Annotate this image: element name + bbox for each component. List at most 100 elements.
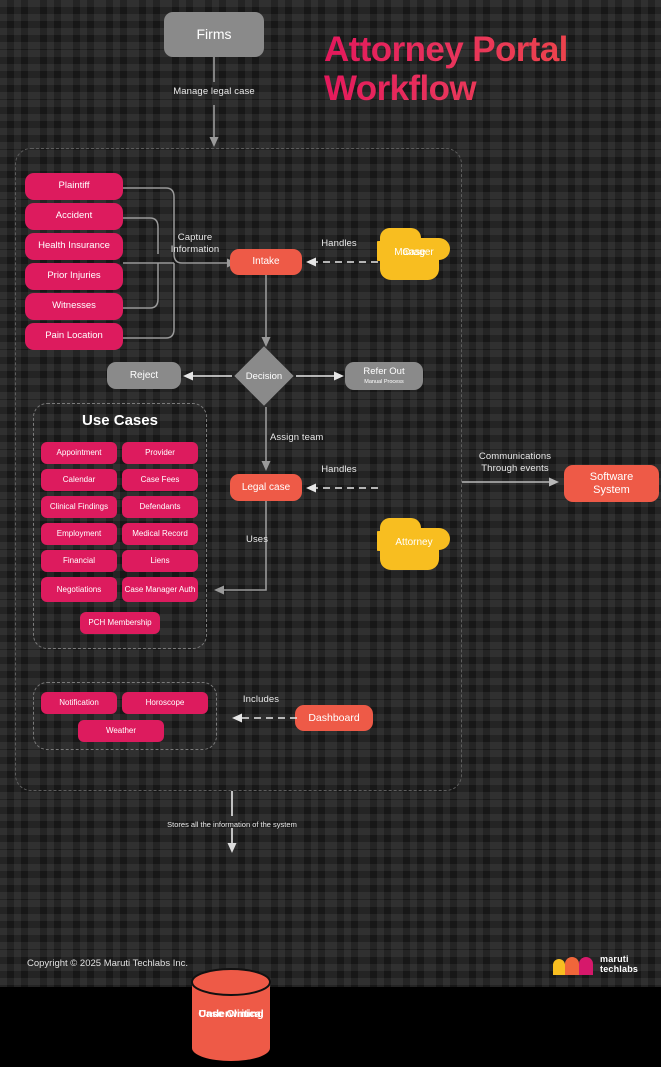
edge-case-manager-handles-intake bbox=[306, 257, 378, 267]
input-health-insurance[interactable]: Health Insurance bbox=[25, 233, 123, 260]
widget-horoscope[interactable]: Horoscope bbox=[122, 692, 208, 714]
node-refer-out[interactable]: Refer Out Manual Process bbox=[345, 362, 423, 390]
widget-notification-label: Notification bbox=[59, 698, 99, 708]
widget-horoscope-label: Horoscope bbox=[145, 698, 185, 708]
footer-copyright: Copyright © 2025 Maruti Techlabs Inc. bbox=[27, 958, 189, 969]
input-pain-location[interactable]: Pain Location bbox=[25, 323, 123, 350]
node-decision[interactable]: Decision bbox=[232, 345, 296, 407]
use-case-appointment-label: Appointment bbox=[56, 448, 102, 458]
page-title: Attorney Portal Workflow bbox=[324, 30, 654, 108]
case-manager-line2: Manager bbox=[394, 247, 434, 258]
use-case-appointment[interactable]: Appointment bbox=[41, 442, 117, 464]
use-case-liens-label: Liens bbox=[150, 556, 170, 566]
input-prior-injuries[interactable]: Prior Injuries bbox=[25, 263, 123, 290]
page-title-line2: Workflow bbox=[324, 69, 477, 109]
edge-label-capture-information: Capture Information bbox=[155, 232, 235, 256]
edge-intake-to-decision bbox=[261, 275, 271, 347]
node-reject[interactable]: Reject bbox=[107, 362, 181, 389]
node-case-manager-label: Case Manager bbox=[377, 226, 451, 280]
edge-label-assign-team: Assign team bbox=[270, 432, 324, 443]
use-case-negotiations-label: Negotiations bbox=[56, 584, 102, 594]
node-firms[interactable]: Firms bbox=[164, 12, 264, 57]
input-accident[interactable]: Accident bbox=[25, 203, 123, 230]
edge-label-communications: Communications Through events bbox=[466, 451, 564, 475]
use-cases-grid: Appointment Provider Calendar Case Fees … bbox=[41, 442, 199, 602]
node-attorney-label: Attorney bbox=[395, 537, 433, 548]
use-case-employment-label: Employment bbox=[56, 529, 102, 539]
input-pain-location-label: Pain Location bbox=[45, 330, 103, 342]
use-case-case-fees-label: Case Fees bbox=[140, 475, 180, 485]
node-refer-out-label: Refer Out bbox=[363, 365, 405, 377]
use-case-financial-label: Financial bbox=[62, 556, 95, 566]
widget-weather-label: Weather bbox=[105, 726, 137, 736]
use-case-liens[interactable]: Liens bbox=[122, 550, 198, 572]
page-title-line1: Attorney Portal bbox=[324, 30, 568, 69]
edge-firms-to-workflow bbox=[209, 57, 219, 147]
node-legal-case[interactable]: Legal case bbox=[230, 474, 302, 501]
database-line2: Underwriting bbox=[198, 1008, 264, 1021]
input-plaintiff[interactable]: Plaintiff bbox=[25, 173, 123, 200]
software-system-line2: System bbox=[593, 483, 630, 496]
edge-label-includes: Includes bbox=[242, 694, 280, 705]
use-case-provider-label: Provider bbox=[145, 448, 175, 458]
software-system-line1: Software bbox=[589, 470, 634, 483]
intake-inputs-list: Plaintiff Accident Health Insurance Prio… bbox=[25, 173, 123, 350]
input-plaintiff-label: Plaintiff bbox=[58, 180, 90, 192]
node-dashboard[interactable]: Dashboard bbox=[295, 705, 373, 731]
capture-info-line2: Information bbox=[170, 243, 220, 255]
use-case-case-manager-auth-label: Case Manager Auth bbox=[124, 584, 196, 594]
use-case-medical-record-label: Medical Record bbox=[132, 529, 188, 539]
node-intake[interactable]: Intake bbox=[230, 249, 302, 275]
use-case-negotiations[interactable]: Negotiations bbox=[41, 577, 117, 602]
node-dashboard-label: Dashboard bbox=[308, 711, 360, 724]
edge-label-handles-legal-case: Handles bbox=[321, 464, 357, 475]
input-prior-injuries-label: Prior Injuries bbox=[47, 270, 101, 282]
use-case-financial[interactable]: Financial bbox=[41, 550, 117, 572]
use-case-clinical-findings-label: Clinical Findings bbox=[49, 502, 109, 512]
node-database-label: Case Clinical Underwriting bbox=[191, 968, 271, 1062]
capture-info-line1: Capture bbox=[177, 232, 213, 243]
use-cases-title: Use Cases bbox=[82, 412, 158, 429]
edge-attorney-handles-legal-case bbox=[306, 483, 378, 493]
edge-label-manage-legal-case: Manage legal case bbox=[173, 86, 255, 97]
node-legal-case-label: Legal case bbox=[241, 481, 291, 493]
input-health-insurance-label: Health Insurance bbox=[38, 240, 110, 252]
edge-to-software-system bbox=[462, 477, 559, 487]
edge-legal-case-uses bbox=[214, 501, 267, 595]
use-case-provider[interactable]: Provider bbox=[122, 442, 198, 464]
communications-line2: Through events bbox=[481, 462, 549, 474]
node-reject-label: Reject bbox=[129, 369, 159, 381]
edge-decision-to-reject bbox=[183, 371, 232, 381]
edge-label-handles-intake: Handles bbox=[321, 238, 357, 249]
input-witnesses-label: Witnesses bbox=[52, 300, 96, 312]
widget-notification[interactable]: Notification bbox=[41, 692, 117, 714]
edge-label-uses: Uses bbox=[246, 534, 269, 545]
input-accident-label: Accident bbox=[55, 210, 93, 222]
use-case-case-fees[interactable]: Case Fees bbox=[122, 469, 198, 491]
logo-line2: techlabs bbox=[600, 964, 639, 974]
use-case-defendants-label: Defendants bbox=[139, 502, 181, 512]
edge-decision-to-refer-out bbox=[296, 371, 344, 381]
communications-line1: Communications bbox=[478, 451, 552, 462]
use-case-employment[interactable]: Employment bbox=[41, 523, 117, 545]
node-attorney[interactable]: Attorney bbox=[377, 516, 451, 570]
use-case-clinical-findings[interactable]: Clinical Findings bbox=[41, 496, 117, 518]
node-database[interactable]: Case Clinical Underwriting bbox=[191, 968, 271, 1062]
node-software-system[interactable]: Software System bbox=[564, 465, 659, 502]
edge-inputs-to-intake bbox=[123, 187, 237, 339]
widget-weather[interactable]: Weather bbox=[78, 720, 164, 742]
use-case-case-manager-auth[interactable]: Case Manager Auth bbox=[122, 577, 198, 602]
node-case-manager[interactable]: Case Manager bbox=[377, 226, 451, 280]
input-witnesses[interactable]: Witnesses bbox=[25, 293, 123, 320]
node-intake-label: Intake bbox=[252, 256, 280, 268]
node-decision-label: Decision bbox=[245, 370, 283, 382]
node-refer-out-subtitle: Manual Process bbox=[364, 378, 404, 385]
edge-label-stores: Stores all the information of the system bbox=[167, 820, 297, 829]
use-case-calendar-label: Calendar bbox=[62, 475, 96, 485]
maruti-logo-text: maruti techlabs bbox=[600, 954, 639, 975]
use-case-calendar[interactable]: Calendar bbox=[41, 469, 117, 491]
use-case-defendants[interactable]: Defendants bbox=[122, 496, 198, 518]
node-firms-label: Firms bbox=[196, 26, 232, 43]
use-case-pch-membership[interactable]: PCH Membership bbox=[80, 612, 160, 634]
use-case-medical-record[interactable]: Medical Record bbox=[122, 523, 198, 545]
